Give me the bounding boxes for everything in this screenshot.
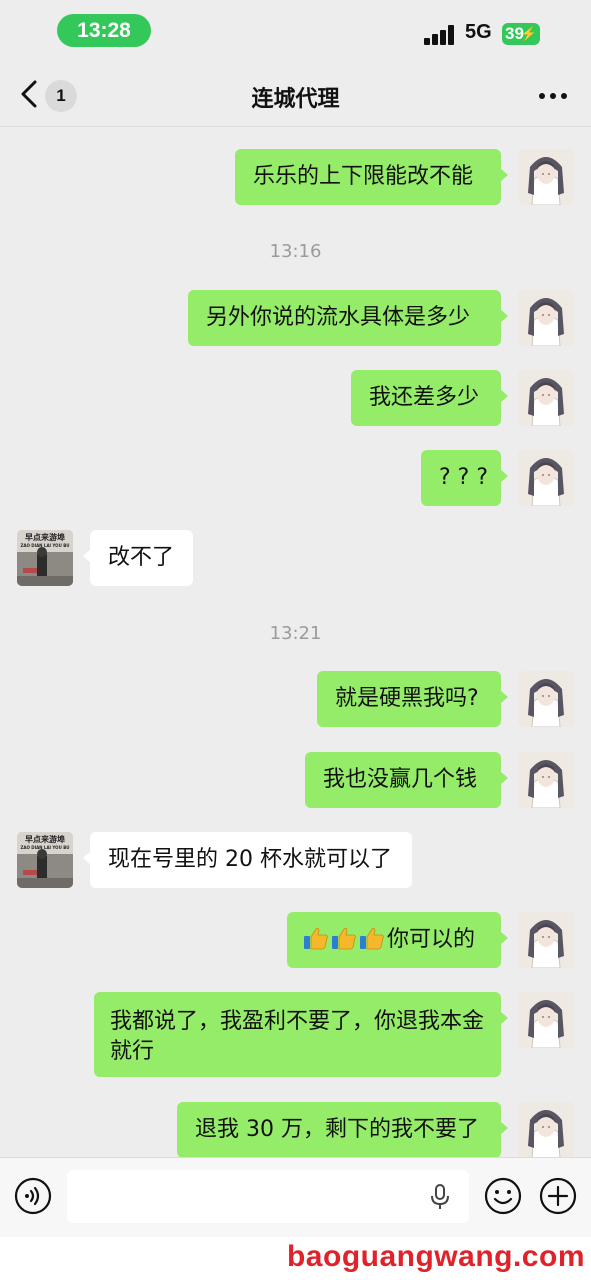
message-bubble-sent[interactable]: 乐乐的上下限能改不能	[235, 149, 508, 205]
message-text: 我也没赢几个钱	[323, 767, 478, 792]
message-input[interactable]	[67, 1170, 469, 1223]
message-timestamp: 13:21	[269, 623, 322, 644]
my-avatar[interactable]	[518, 912, 574, 968]
message-text: ? ? ?	[439, 465, 489, 490]
message-list[interactable]: 乐乐的上下限能改不能 13:16 另外你说的流水具体是多少 我还差多少 ? ? …	[0, 127, 591, 1157]
contact-avatar[interactable]: 早点来游埠 ZAO DIAN LAI YOU BU	[17, 832, 73, 888]
avatar-sign-text: 早点来游埠	[25, 835, 65, 844]
message-bubble-sent[interactable]: 我也没赢几个钱	[305, 752, 508, 808]
message-text: 现在号里的 20 杯水就可以了	[108, 847, 392, 872]
mic-icon[interactable]	[429, 1183, 451, 1211]
plus-icon[interactable]	[539, 1177, 577, 1215]
charging-bolt-icon: ⚡	[520, 26, 537, 41]
thumbs-up-icon	[303, 925, 329, 951]
message-bubble-sent[interactable]: 就是硬黑我吗?	[317, 671, 508, 727]
status-bar: 13:28 5G 39 ⚡	[0, 0, 591, 64]
message-text: 你可以的	[387, 927, 476, 952]
message-text: 退我 30 万，剩下的我不要了	[195, 1117, 479, 1142]
voice-icon[interactable]	[14, 1177, 52, 1215]
thumbs-up-icon	[359, 925, 385, 951]
input-toolbar	[0, 1157, 591, 1238]
avatar-sign-subtext: ZAO DIAN LAI YOU BU	[20, 845, 70, 850]
my-avatar[interactable]	[518, 370, 574, 426]
message-bubble-sent[interactable]: ? ? ?	[421, 450, 508, 506]
message-text: 另外你说的流水具体是多少	[206, 305, 471, 330]
my-avatar[interactable]	[518, 1102, 574, 1157]
avatar-sign-text: 早点来游埠	[25, 533, 65, 542]
message-text: 乐乐的上下限能改不能	[253, 164, 474, 189]
my-avatar[interactable]	[518, 290, 574, 346]
message-bubble-sent[interactable]: 我还差多少	[351, 370, 508, 426]
my-avatar[interactable]	[518, 752, 574, 808]
message-bubble-received[interactable]: 改不了	[83, 530, 193, 586]
thumbs-up-icon	[331, 925, 357, 951]
message-timestamp: 13:16	[269, 241, 322, 262]
message-bubble-sent[interactable]: 另外你说的流水具体是多少	[188, 290, 508, 346]
status-time: 13:28	[57, 14, 151, 47]
message-text: 我还差多少	[369, 385, 480, 410]
chat-header: 1 连城代理	[0, 64, 591, 127]
message-bubble-sent[interactable]: 我都说了，我盈利不要了，你退我本金就行	[94, 992, 508, 1077]
chat-title: 连城代理	[251, 87, 340, 112]
message-bubble-sent[interactable]: 退我 30 万，剩下的我不要了	[177, 1102, 508, 1157]
battery-icon: 39 ⚡	[502, 23, 540, 45]
my-avatar[interactable]	[518, 671, 574, 727]
watermark-strip: baoguangwang.com	[0, 1237, 591, 1280]
message-text: 我都说了，我盈利不要了，你退我本金就行	[110, 1009, 485, 1064]
my-avatar[interactable]	[518, 992, 574, 1048]
watermark-text: baoguangwang.com	[286, 1240, 585, 1273]
message-text: 就是硬黑我吗?	[335, 686, 479, 711]
message-bubble-sent[interactable]: 你可以的	[287, 912, 508, 968]
my-avatar[interactable]	[518, 450, 574, 506]
more-icon[interactable]	[538, 92, 568, 100]
network-label: 5G	[465, 21, 492, 43]
contact-avatar[interactable]: 早点来游埠 ZAO DIAN LAI YOU BU	[17, 530, 73, 586]
avatar-sign-subtext: ZAO DIAN LAI YOU BU	[20, 543, 70, 548]
signal-icon	[424, 25, 456, 45]
my-avatar[interactable]	[518, 149, 574, 205]
emoji-icon[interactable]	[484, 1177, 522, 1215]
message-bubble-received[interactable]: 现在号里的 20 杯水就可以了	[83, 832, 412, 888]
message-text: 改不了	[108, 545, 175, 570]
